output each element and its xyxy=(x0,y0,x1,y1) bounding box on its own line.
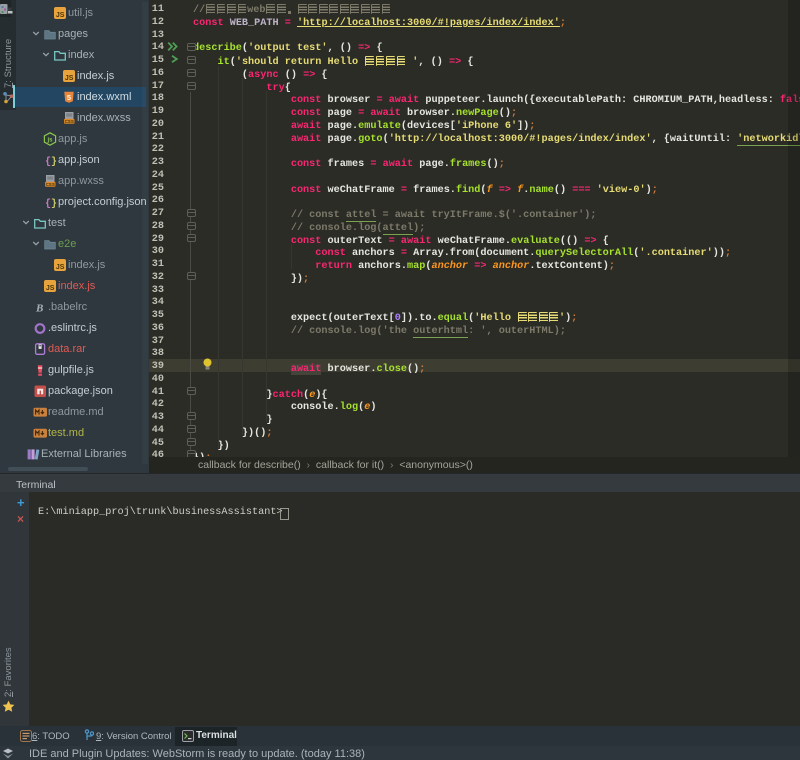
svg-text:CSS: CSS xyxy=(46,181,55,186)
svg-text:js: js xyxy=(46,137,53,143)
svg-text:CSS: CSS xyxy=(65,118,74,123)
svg-text:JS: JS xyxy=(56,12,65,19)
svg-text:B: B xyxy=(35,302,43,314)
svg-text:5: 5 xyxy=(67,93,71,102)
svg-text:}: } xyxy=(51,198,57,209)
svg-text:JS: JS xyxy=(56,264,65,271)
svg-text:JS: JS xyxy=(46,285,55,292)
svg-text:}: } xyxy=(51,156,57,167)
svg-text:JS: JS xyxy=(65,75,74,82)
